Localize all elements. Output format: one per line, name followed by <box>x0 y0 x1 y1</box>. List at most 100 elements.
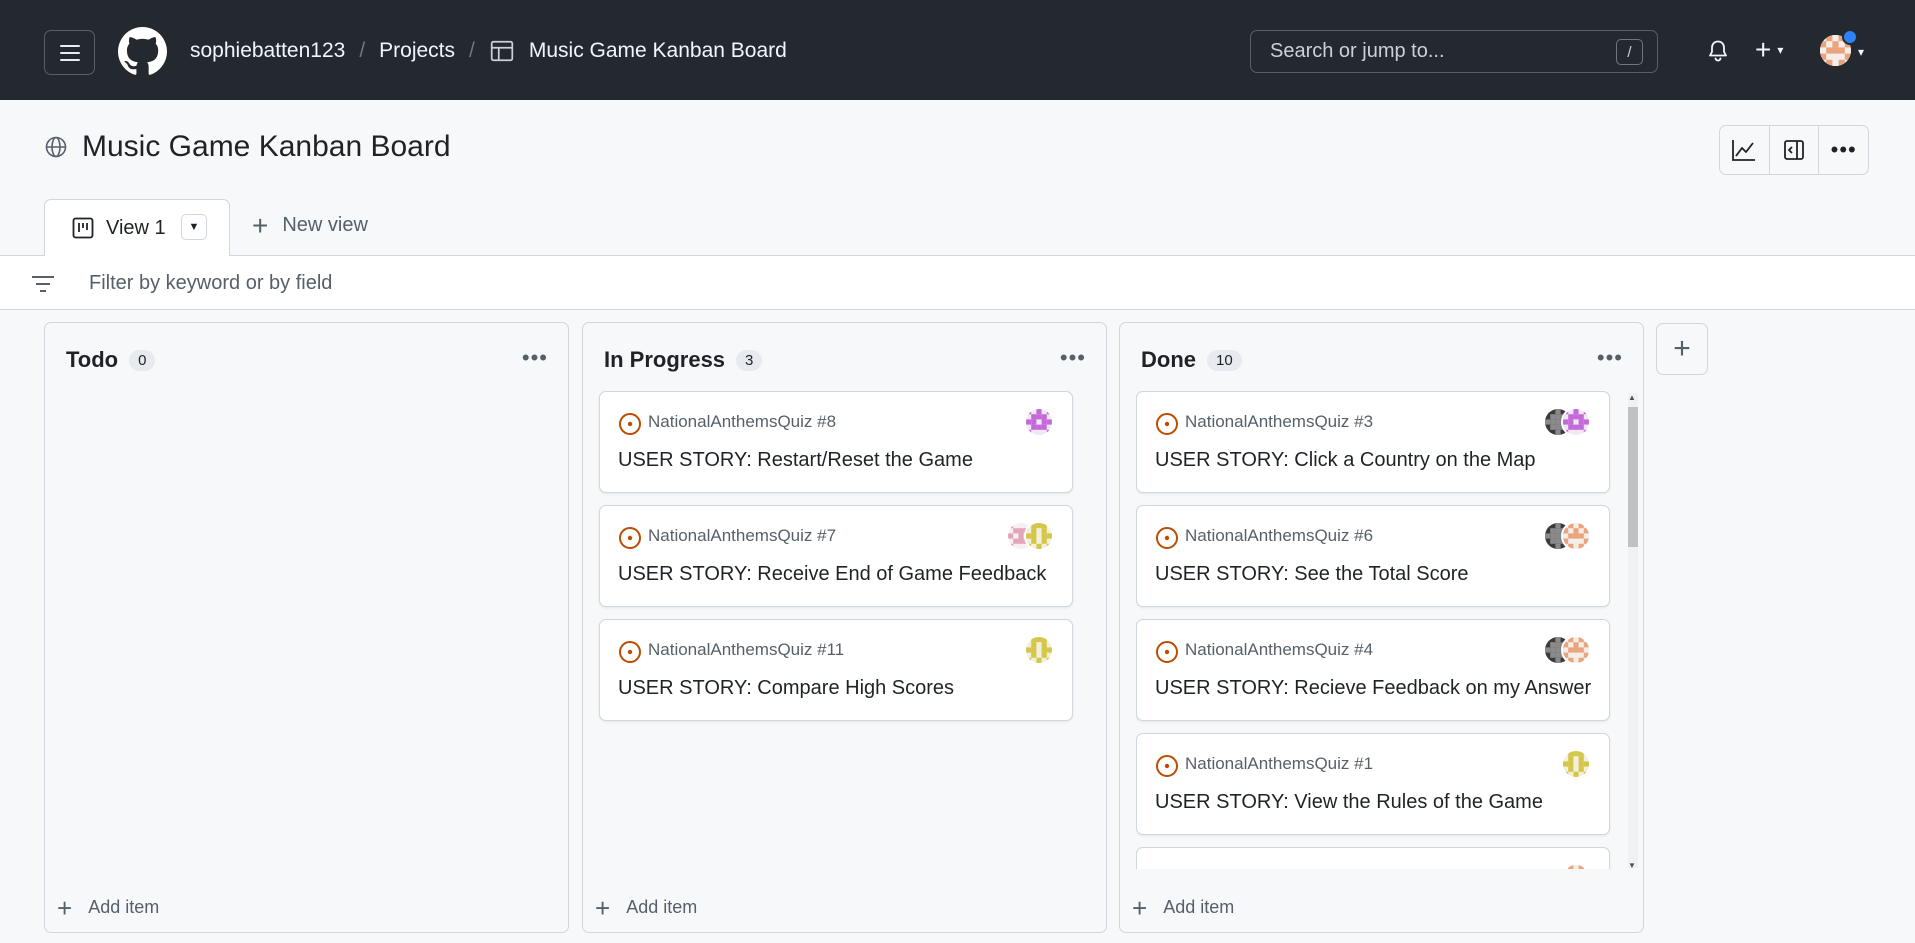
filter-input[interactable]: Filter by keyword or by field <box>89 272 332 295</box>
identicon-orange <box>1563 637 1589 663</box>
globe-icon <box>45 136 67 158</box>
plus-icon: + <box>1673 332 1691 365</box>
column-header: Done 10 <box>1141 347 1242 373</box>
card-scroll-area: NationalAnthemsQuiz #3 USER STORY: Click … <box>1136 391 1636 869</box>
add-item-label: Add item <box>626 897 698 917</box>
scroll-down-arrow[interactable]: ▼ <box>1628 861 1636 870</box>
project-actions: ••• <box>1719 125 1869 175</box>
scroll-up-arrow[interactable]: ▲ <box>1628 393 1636 402</box>
tab-view-1[interactable]: View 1 ▼ <box>44 199 230 256</box>
issue-reference[interactable]: NationalAnthemsQuiz #3 <box>1185 412 1373 432</box>
identicon-yellow <box>1026 523 1052 549</box>
column-count-badge: 3 <box>736 349 763 371</box>
issue-title[interactable]: USER STORY: Receive End of Game Feedback <box>618 563 1046 586</box>
issue-card[interactable]: NationalAnthemsQuiz #1 USER STORY: View t… <box>1136 733 1610 835</box>
assignees <box>1024 635 1054 665</box>
view-options-dropdown[interactable]: ▼ <box>181 214 207 240</box>
breadcrumb-project[interactable]: Music Game Kanban Board <box>529 39 787 63</box>
issue-reference[interactable]: NationalAnthemsQuiz #7 <box>648 526 836 546</box>
issue-card[interactable]: NationalAnthemsQuiz #11 USER STORY: Compa… <box>599 619 1073 721</box>
assignee-avatar[interactable] <box>1024 521 1054 551</box>
column-title: In Progress <box>604 347 726 372</box>
filter-icon[interactable] <box>31 275 55 293</box>
issue-opened-icon <box>1156 527 1178 549</box>
add-item-label: Add item <box>88 897 160 917</box>
issue-card[interactable] <box>1136 847 1610 869</box>
global-header: sophiebatten123 / Projects / Music Game … <box>0 0 1915 100</box>
hamburger-line <box>59 58 80 61</box>
issue-title[interactable]: USER STORY: Compare High Scores <box>618 677 954 700</box>
assignee-avatar[interactable] <box>1561 407 1591 437</box>
issue-opened-icon <box>1155 868 1179 869</box>
issue-reference[interactable]: NationalAnthemsQuiz #4 <box>1185 640 1373 660</box>
add-item-label: Add item <box>1163 897 1235 917</box>
add-item-button[interactable]: + Add item <box>57 895 160 921</box>
breadcrumb-owner[interactable]: sophiebatten123 <box>190 39 345 63</box>
add-item-button[interactable]: + Add item <box>1132 895 1235 921</box>
plus-icon: + <box>595 892 611 923</box>
issue-title[interactable]: USER STORY: Click a Country on the Map <box>1155 449 1536 472</box>
issue-title[interactable]: USER STORY: Recieve Feedback on my Answe… <box>1155 677 1591 700</box>
identicon-yellow <box>1563 751 1589 777</box>
issue-card[interactable]: NationalAnthemsQuiz #8 USER STORY: Restar… <box>599 391 1073 493</box>
assignee-avatar[interactable] <box>1561 863 1591 869</box>
github-logo-icon[interactable] <box>118 27 167 76</box>
add-item-button[interactable]: + Add item <box>595 892 698 923</box>
bell-icon[interactable] <box>1706 38 1730 64</box>
search-input[interactable]: Search or jump to... / <box>1250 30 1658 73</box>
assignees <box>1543 635 1591 665</box>
column-done: Done 10 ••• NationalAnthemsQuiz #3 USER S… <box>1119 322 1644 933</box>
column-header: In Progress 3 <box>604 347 763 373</box>
assignees <box>1561 863 1591 869</box>
plus-icon: + <box>1755 34 1772 65</box>
issue-reference[interactable]: NationalAnthemsQuiz #1 <box>1185 754 1373 774</box>
issue-card[interactable]: NationalAnthemsQuiz #7 USER STORY: Receiv… <box>599 505 1073 607</box>
assignee-avatar[interactable] <box>1561 521 1591 551</box>
issue-title[interactable]: USER STORY: Restart/Reset the Game <box>618 449 973 472</box>
issue-title[interactable]: USER STORY: See the Total Score <box>1155 563 1469 586</box>
column-menu-button[interactable]: ••• <box>1597 345 1623 371</box>
column-todo: Todo 0 ••• + Add item <box>44 322 569 933</box>
tab-label: View 1 <box>106 216 166 239</box>
identicon-purple <box>1026 409 1052 435</box>
column-in-progress: In Progress 3 ••• NationalAnthemsQuiz #8… <box>582 322 1107 933</box>
issue-opened-icon <box>619 641 641 663</box>
assignee-avatar[interactable] <box>1024 635 1054 665</box>
issue-opened-icon <box>1156 755 1178 777</box>
more-options-button[interactable]: ••• <box>1819 126 1868 174</box>
filter-bar: Filter by keyword or by field <box>0 255 1915 310</box>
issue-reference[interactable]: NationalAnthemsQuiz #8 <box>648 412 836 432</box>
create-new-button[interactable]: + ▾ <box>1755 36 1783 64</box>
identicon-purple <box>1563 409 1589 435</box>
search-placeholder: Search or jump to... <box>1270 40 1445 62</box>
chevron-down-icon[interactable]: ▾ <box>1858 45 1864 59</box>
issue-card[interactable]: NationalAnthemsQuiz #3 USER STORY: Click … <box>1136 391 1610 493</box>
issue-title[interactable]: USER STORY: View the Rules of the Game <box>1155 791 1543 814</box>
add-column-button[interactable]: + <box>1656 323 1708 375</box>
issue-opened-icon <box>619 413 641 435</box>
column-count-badge: 0 <box>129 349 156 371</box>
assignee-avatar[interactable] <box>1561 749 1591 779</box>
scrollbar[interactable]: ▲ ▼ <box>1625 393 1638 870</box>
breadcrumb-projects[interactable]: Projects <box>379 39 455 63</box>
column-header: Todo 0 <box>66 347 156 373</box>
issue-reference[interactable]: NationalAnthemsQuiz #6 <box>1185 526 1373 546</box>
issue-card[interactable]: NationalAnthemsQuiz #6 USER STORY: See th… <box>1136 505 1610 607</box>
identicon-orange <box>1563 523 1589 549</box>
insights-button[interactable] <box>1720 126 1770 174</box>
new-view-button[interactable]: + New view <box>252 211 368 239</box>
assignee-avatar[interactable] <box>1561 635 1591 665</box>
page-title: Music Game Kanban Board <box>82 130 451 163</box>
issue-reference[interactable]: NationalAnthemsQuiz #11 <box>648 640 844 660</box>
identicon-yellow <box>1026 637 1052 663</box>
issue-card[interactable]: NationalAnthemsQuiz #4 USER STORY: Reciev… <box>1136 619 1610 721</box>
scrollbar-thumb[interactable] <box>1628 407 1638 547</box>
column-menu-button[interactable]: ••• <box>1060 345 1086 371</box>
menu-button[interactable] <box>44 30 95 75</box>
side-panel-button[interactable] <box>1770 126 1820 174</box>
board-icon <box>72 217 94 239</box>
search-shortcut-badge: / <box>1616 39 1643 65</box>
breadcrumb-separator: / <box>359 39 366 62</box>
column-menu-button[interactable]: ••• <box>522 345 548 371</box>
assignee-avatar[interactable] <box>1024 407 1054 437</box>
